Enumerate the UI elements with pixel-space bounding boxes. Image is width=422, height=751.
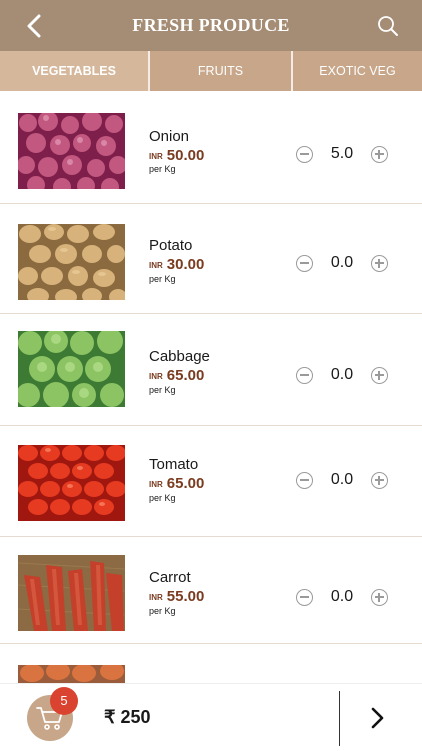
decrease-quantity-button[interactable] <box>296 472 313 489</box>
product-price: INR 30.00 <box>149 256 204 274</box>
price-currency: INR <box>149 593 163 602</box>
potato-image <box>18 224 125 300</box>
quantity-value: 5.0 <box>330 145 354 162</box>
footer-divider <box>339 691 340 746</box>
quantity-value: 0.0 <box>330 254 354 271</box>
onion-image <box>18 113 125 189</box>
price-currency: INR <box>149 261 163 270</box>
page-title: FRESH PRODUCE <box>132 15 290 35</box>
decrease-quantity-button[interactable] <box>296 589 313 606</box>
tab-exotic-veg[interactable]: EXOTIC VEG <box>293 51 422 91</box>
decrease-quantity-button[interactable] <box>296 255 313 272</box>
product-price: INR 65.00 <box>149 475 204 493</box>
quantity-value: 0.0 <box>330 366 354 383</box>
tomato-image <box>18 445 125 521</box>
product-image <box>18 665 125 683</box>
product-name: Potato <box>149 237 193 254</box>
product-row: Carrot INR 55.00 per Kg 0.0 <box>0 537 422 644</box>
increase-quantity-button[interactable] <box>371 255 388 272</box>
quantity-value: 0.0 <box>330 471 354 488</box>
product-list[interactable]: Onion INR 50.00 per Kg 5.0 Potato INR 30… <box>0 91 422 683</box>
cart-count-badge: 5 <box>50 687 78 715</box>
tab-vegetables[interactable]: VEGETABLES <box>0 51 148 91</box>
decrease-quantity-button[interactable] <box>296 146 313 163</box>
decrease-quantity-button[interactable] <box>296 367 313 384</box>
price-value: 65.00 <box>166 367 205 384</box>
price-value: 55.00 <box>166 588 205 605</box>
product-row <box>0 644 422 683</box>
app-header: FRESH PRODUCE <box>0 0 422 51</box>
price-unit: per Kg <box>149 164 176 174</box>
quantity-value: 0.0 <box>330 588 354 605</box>
product-row: Cabbage INR 65.00 per Kg 0.0 <box>0 314 422 426</box>
price-value: 65.00 <box>166 475 205 492</box>
search-button[interactable] <box>376 14 400 38</box>
product-name: Tomato <box>149 456 199 473</box>
price-unit: per Kg <box>149 606 176 616</box>
increase-quantity-button[interactable] <box>371 367 388 384</box>
product-name: Onion <box>149 128 190 145</box>
product-row: Potato INR 30.00 per Kg 0.0 <box>0 204 422 314</box>
increase-quantity-button[interactable] <box>371 589 388 606</box>
product-name: Carrot <box>149 569 191 586</box>
price-currency: INR <box>149 480 163 489</box>
price-unit: per Kg <box>149 493 176 503</box>
tab-fruits[interactable]: FRUITS <box>150 51 291 91</box>
price-unit: per Kg <box>149 385 176 395</box>
chevron-right-icon <box>371 707 384 729</box>
carrot-image <box>18 555 125 631</box>
cabbage-image <box>18 331 125 407</box>
product-price: INR 50.00 <box>149 147 204 165</box>
category-tabs: VEGETABLES FRUITS EXOTIC VEG <box>0 51 422 91</box>
next-button[interactable] <box>366 706 388 730</box>
price-value: 50.00 <box>166 147 205 164</box>
cart-total: ₹ 250 <box>104 707 151 727</box>
product-row: Tomato INR 65.00 per Kg 0.0 <box>0 426 422 537</box>
price-value: 30.00 <box>166 256 205 273</box>
increase-quantity-button[interactable] <box>371 146 388 163</box>
product-price: INR 55.00 <box>149 588 204 606</box>
increase-quantity-button[interactable] <box>371 472 388 489</box>
price-unit: per Kg <box>149 274 176 284</box>
product-name: Cabbage <box>149 348 210 365</box>
product-row: Onion INR 50.00 per Kg 5.0 <box>0 91 422 204</box>
search-icon <box>378 16 398 36</box>
product-price: INR 65.00 <box>149 367 204 385</box>
price-currency: INR <box>149 152 163 161</box>
price-currency: INR <box>149 372 163 381</box>
